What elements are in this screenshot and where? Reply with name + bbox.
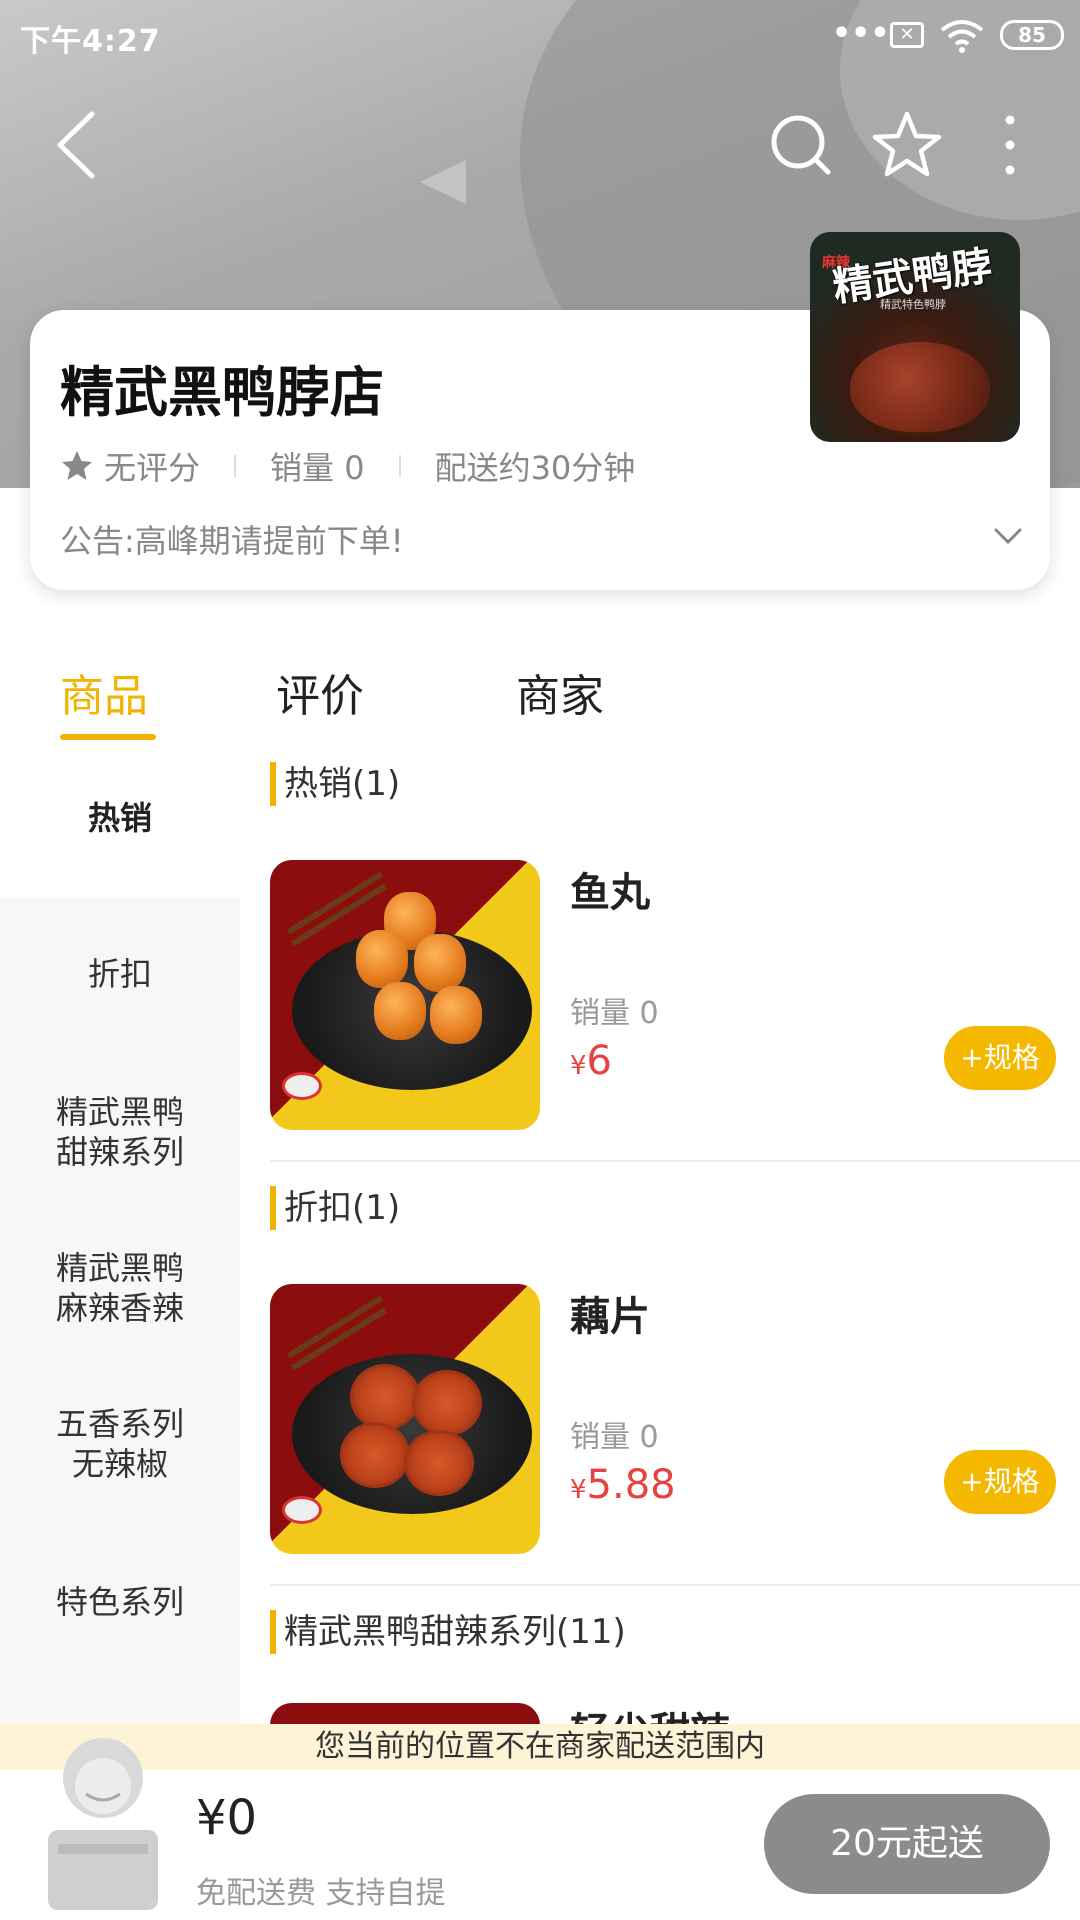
product-card[interactable]: 鱼丸 销量 0 ¥6 +规格 — [270, 860, 1080, 1130]
select-spec-button[interactable]: +规格 — [944, 1450, 1056, 1514]
status-bar: 下午4:27 ••• ✕ 85 — [0, 0, 1080, 72]
duck-neck-image — [850, 342, 990, 432]
section-title: 热销(1) — [270, 762, 400, 806]
divider — [270, 1584, 1080, 1586]
product-price: ¥6 — [570, 1038, 612, 1084]
sidebar-item-discount[interactable]: 折扣 — [0, 954, 240, 994]
product-list: 热销(1) 鱼丸 销量 0 ¥6 +规格 折扣(1) 藕片 销量 0 ¥5.88… — [240, 740, 1080, 1760]
store-logo: 麻辣 精武鸭脖 精武特色鸭脖 — [810, 232, 1020, 442]
sidebar-item-five-spice[interactable]: 五香系列 无辣椒 — [0, 1404, 240, 1484]
tab-reviews[interactable]: 评价 — [276, 660, 364, 724]
currency-symbol: ¥ — [570, 1051, 587, 1081]
select-spec-button[interactable]: +规格 — [944, 1026, 1056, 1090]
currency-symbol: ¥ — [570, 1475, 587, 1505]
section-title: 精武黑鸭甜辣系列(11) — [270, 1610, 626, 1654]
store-name: 精武黑鸭脖店 — [60, 361, 384, 424]
tab-products[interactable]: 商品 — [60, 660, 148, 724]
sidebar-item-sweet-spicy[interactable]: 精武黑鸭 甜辣系列 — [0, 1092, 240, 1172]
price-value: 6 — [586, 1038, 612, 1084]
back-icon[interactable] — [52, 110, 102, 180]
store-tabs: 商品 评价 商家 — [0, 620, 1080, 740]
divider — [270, 1160, 1080, 1162]
wifi-icon — [940, 20, 984, 53]
delivery-fee-note: 免配送费 支持自提 — [196, 1876, 446, 1911]
product-name: 鱼丸 — [570, 870, 650, 916]
tab-merchant[interactable]: 商家 — [516, 660, 604, 724]
more-vertical-icon[interactable] — [990, 110, 1030, 180]
background-shape — [420, 160, 466, 204]
sauce-dish-image — [282, 1072, 322, 1100]
lotus-slice-image — [340, 1364, 510, 1504]
checkout-button[interactable]: 20元起送 — [764, 1794, 1050, 1894]
no-sim-icon: ✕ — [890, 22, 924, 48]
store-stats: 无评分 销量 0 配送约30分钟 — [60, 446, 636, 487]
status-time: 下午4:27 — [20, 24, 161, 59]
store-delivery-time: 配送约30分钟 — [434, 449, 636, 487]
cart-bar: ¥0 免配送费 支持自提 20元起送 — [0, 1738, 1080, 1920]
fish-ball-image — [350, 890, 482, 1060]
product-price: ¥5.88 — [570, 1462, 676, 1508]
chopsticks-image — [286, 1295, 384, 1359]
category-sidebar: 热销 折扣 精武黑鸭 甜辣系列 精武黑鸭 麻辣香辣 五香系列 无辣椒 特色系列 — [0, 740, 240, 1760]
section-title: 折扣(1) — [270, 1186, 400, 1230]
store-rating: 无评分 — [104, 449, 201, 487]
chevron-down-icon[interactable] — [990, 524, 1026, 548]
more-notifications-icon: ••• — [832, 16, 890, 51]
rating-star-icon — [62, 451, 92, 480]
product-sales: 销量 0 — [570, 996, 659, 1031]
product-sales: 销量 0 — [570, 1420, 659, 1455]
sauce-dish-image — [282, 1496, 322, 1524]
product-card[interactable]: 藕片 销量 0 ¥5.88 +规格 — [270, 1284, 1080, 1554]
cart-total: ¥0 — [196, 1790, 258, 1846]
store-notice[interactable]: 公告:高峰期请提前下单! — [60, 516, 404, 562]
divider — [398, 455, 401, 477]
sidebar-item-hot[interactable]: 热销 — [0, 740, 240, 898]
store-page: 下午4:27 ••• ✕ 85 精武黑鸭脖店 无评分 销量 0 配送约30分钟 … — [0, 0, 1080, 1920]
sidebar-item-specialty[interactable]: 特色系列 — [0, 1582, 240, 1622]
divider — [234, 455, 237, 477]
sidebar-item-numbing-spicy[interactable]: 精武黑鸭 麻辣香辣 — [0, 1248, 240, 1328]
product-image[interactable] — [270, 860, 540, 1130]
logo-subtitle: 精武特色鸭脖 — [880, 298, 946, 311]
battery-icon: 85 — [1000, 20, 1064, 50]
store-sales: 销量 0 — [270, 449, 365, 487]
delivery-rider-icon[interactable] — [28, 1734, 178, 1914]
favorite-star-icon[interactable] — [872, 110, 942, 180]
search-icon[interactable] — [770, 110, 834, 180]
price-value: 5.88 — [586, 1462, 676, 1508]
product-name: 藕片 — [570, 1294, 650, 1340]
product-image[interactable] — [270, 1284, 540, 1554]
